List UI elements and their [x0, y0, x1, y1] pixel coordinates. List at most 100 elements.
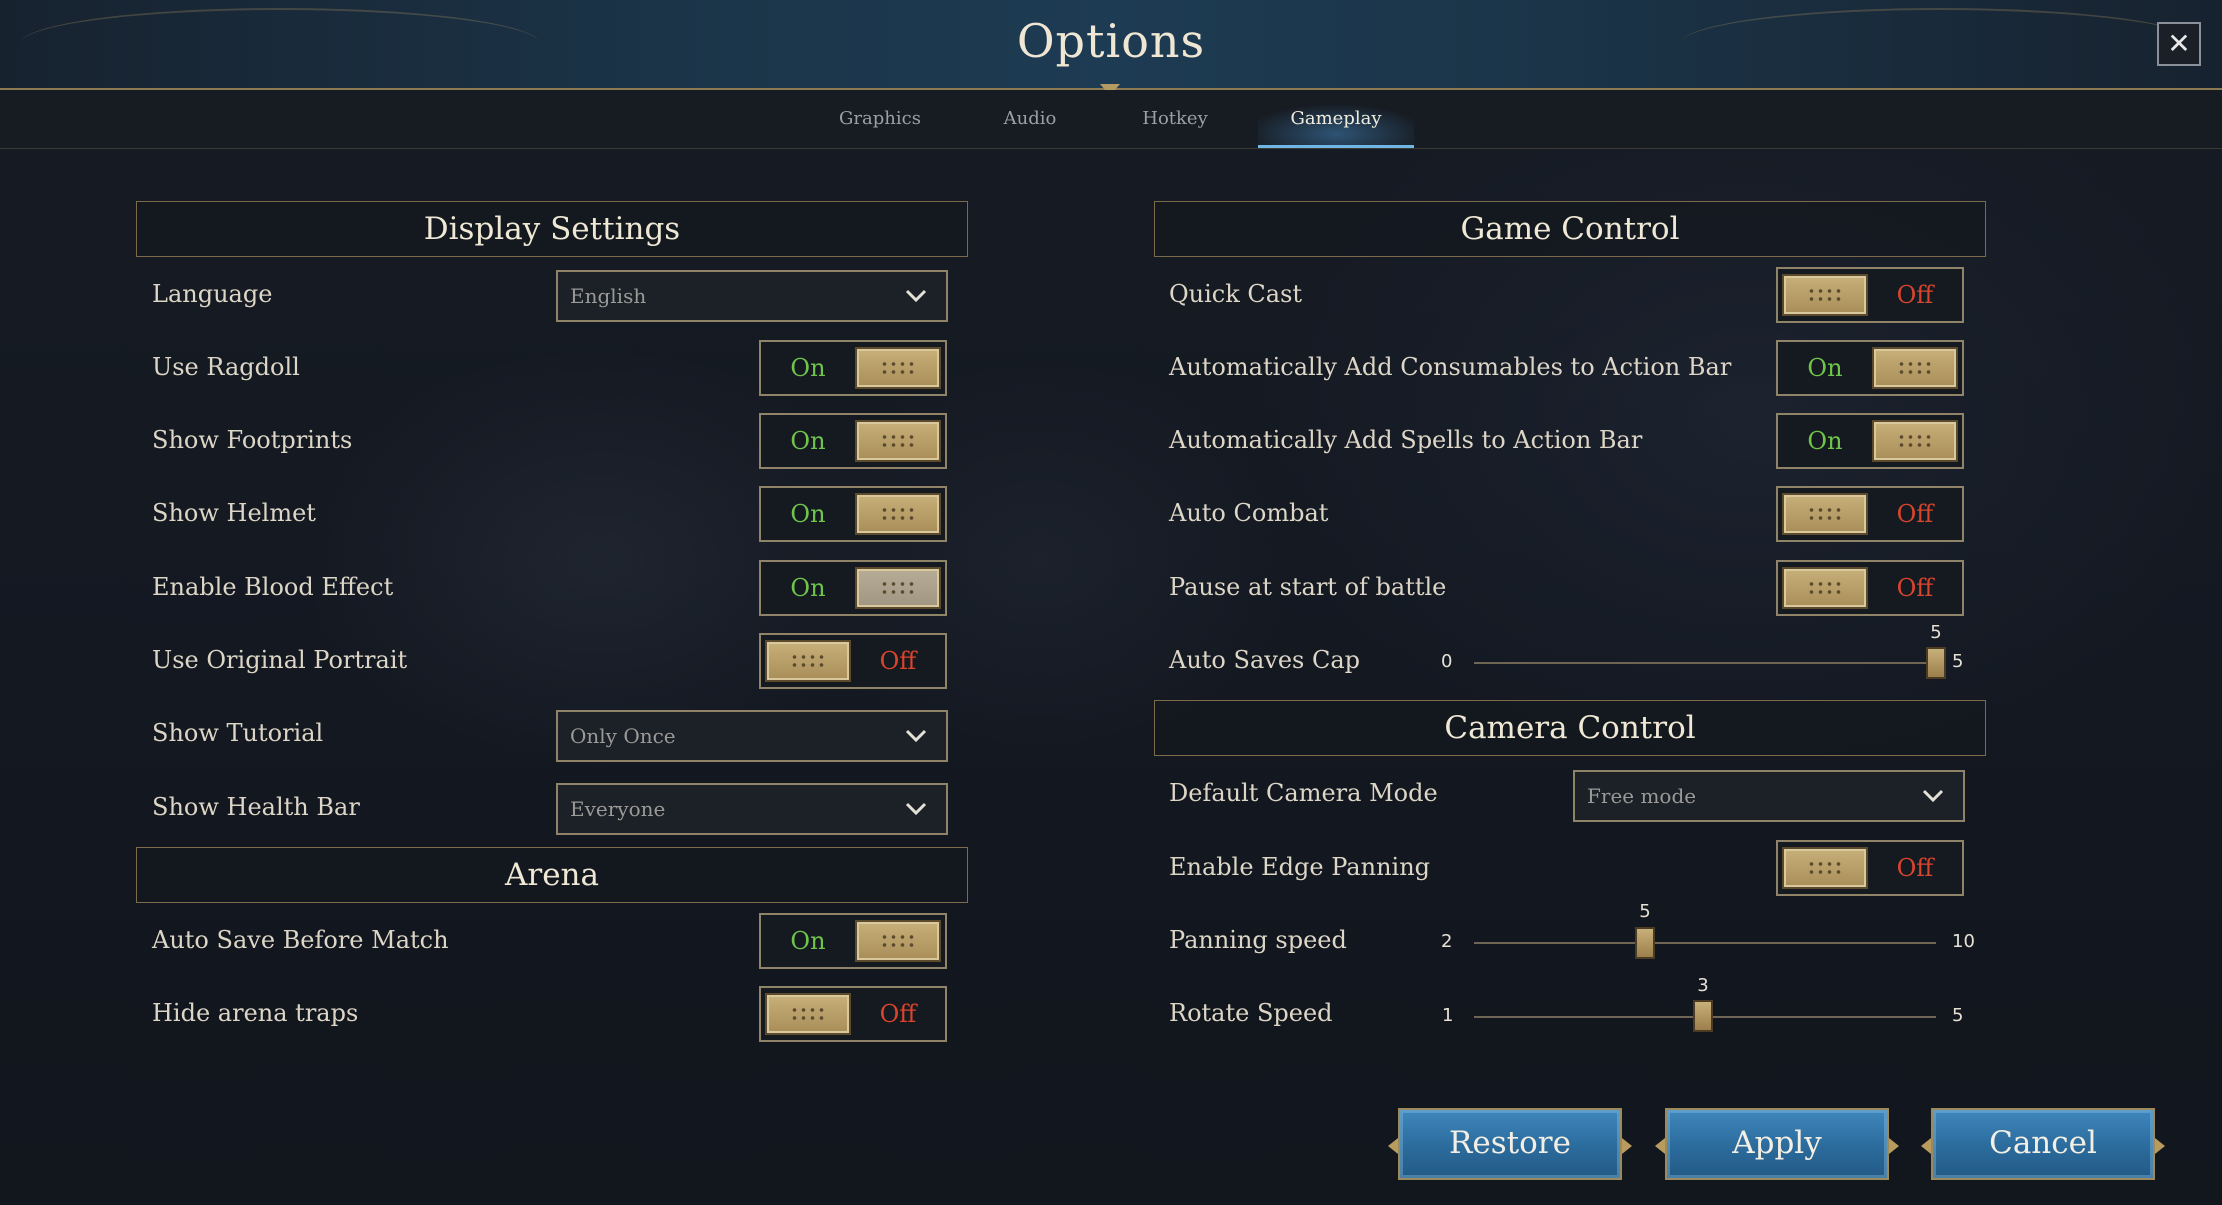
show-health-bar-label: Show Health Bar	[152, 793, 360, 821]
game-control-header: Game Control	[1154, 201, 1986, 257]
panning-speed-value: 5	[1639, 901, 1651, 922]
use-original-portrait-toggle[interactable]: Off	[759, 633, 947, 689]
auto-saves-cap-track[interactable]	[1474, 662, 1936, 664]
auto-save-before-match-label: Auto Save Before Match	[152, 926, 449, 954]
toggle-knob[interactable]	[855, 493, 941, 535]
toggle-on-text: On	[790, 927, 826, 955]
close-button[interactable]: ✕	[2157, 22, 2201, 66]
auto-add-consumables-toggle[interactable]: On	[1776, 340, 1964, 396]
use-ragdoll-toggle[interactable]: On	[759, 340, 947, 396]
quick-cast-toggle[interactable]: Off	[1776, 267, 1964, 323]
chevron-down-icon	[905, 289, 927, 303]
cancel-button-label: Cancel	[1989, 1125, 2097, 1161]
default-camera-mode-label: Default Camera Mode	[1169, 779, 1438, 807]
auto-save-before-match-toggle[interactable]: On	[759, 913, 947, 969]
auto-saves-cap-value: 5	[1930, 622, 1942, 643]
cancel-button[interactable]: Cancel	[1921, 1108, 2165, 1180]
tab-bar: Graphics Audio Hotkey Gameplay	[0, 90, 2222, 149]
toggle-knob[interactable]	[765, 993, 851, 1035]
tab-graphics[interactable]: Graphics	[830, 90, 930, 148]
panning-speed-label: Panning speed	[1169, 926, 1347, 954]
auto-saves-cap-min: 0	[1441, 651, 1453, 672]
toggle-knob[interactable]	[855, 347, 941, 389]
auto-add-consumables-label: Automatically Add Consumables to Action …	[1169, 353, 1732, 381]
language-label: Language	[152, 280, 273, 308]
window-title: Options	[1016, 14, 1206, 68]
auto-saves-cap-handle[interactable]	[1926, 647, 1946, 679]
show-footprints-toggle[interactable]: On	[759, 413, 947, 469]
toggle-knob[interactable]	[1782, 567, 1868, 609]
use-ragdoll-label: Use Ragdoll	[152, 353, 300, 381]
default-camera-mode-dropdown[interactable]: Free mode	[1573, 770, 1965, 822]
toggle-on-text: On	[1807, 427, 1843, 455]
chevron-down-icon	[905, 802, 927, 816]
arrow-right-icon	[1622, 1138, 1632, 1154]
toggle-knob[interactable]	[1872, 420, 1958, 462]
toggle-on-text: On	[790, 500, 826, 528]
tab-hotkey[interactable]: Hotkey	[1125, 90, 1225, 148]
display-settings-header: Display Settings	[136, 201, 968, 257]
restore-button-label: Restore	[1449, 1125, 1571, 1161]
rotate-speed-min: 1	[1442, 1005, 1454, 1026]
toggle-knob[interactable]	[1782, 493, 1868, 535]
apply-button-label: Apply	[1732, 1125, 1822, 1161]
quick-cast-label: Quick Cast	[1169, 280, 1303, 308]
show-footprints-label: Show Footprints	[152, 426, 353, 454]
auto-saves-cap-max: 5	[1952, 651, 1964, 672]
toggle-knob[interactable]	[1782, 847, 1868, 889]
panning-speed-track[interactable]	[1474, 942, 1936, 944]
hide-arena-traps-label: Hide arena traps	[152, 999, 359, 1027]
tab-audio[interactable]: Audio	[980, 90, 1080, 148]
language-value: English	[570, 284, 647, 308]
arrow-left-icon	[1388, 1138, 1398, 1154]
language-dropdown[interactable]: English	[556, 270, 948, 322]
apply-button[interactable]: Apply	[1655, 1108, 1899, 1180]
toggle-off-text: Off	[1896, 854, 1934, 882]
auto-combat-toggle[interactable]: Off	[1776, 486, 1964, 542]
toggle-off-text: Off	[1896, 500, 1934, 528]
rotate-speed-max: 5	[1952, 1005, 1964, 1026]
toggle-knob[interactable]	[1872, 347, 1958, 389]
toggle-off-text: Off	[879, 1000, 917, 1028]
panning-speed-min: 2	[1441, 931, 1453, 952]
toggle-on-text: On	[790, 574, 826, 602]
chevron-down-icon	[905, 729, 927, 743]
show-helmet-label: Show Helmet	[152, 499, 316, 527]
toggle-knob[interactable]	[855, 567, 941, 609]
restore-button[interactable]: Restore	[1388, 1108, 1632, 1180]
arena-header: Arena	[136, 847, 968, 903]
pause-at-start-of-battle-label: Pause at start of battle	[1169, 573, 1447, 601]
rotate-speed-label: Rotate Speed	[1169, 999, 1333, 1027]
arrow-left-icon	[1655, 1138, 1665, 1154]
toggle-knob[interactable]	[765, 640, 851, 682]
default-camera-mode-value: Free mode	[1587, 784, 1697, 808]
toggle-off-text: Off	[879, 647, 917, 675]
tab-gameplay[interactable]: Gameplay	[1258, 90, 1414, 148]
enable-blood-effect-label: Enable Blood Effect	[152, 573, 394, 601]
pause-at-start-of-battle-toggle[interactable]: Off	[1776, 560, 1964, 616]
enable-blood-effect-toggle[interactable]: On	[759, 560, 947, 616]
auto-add-spells-toggle[interactable]: On	[1776, 413, 1964, 469]
toggle-on-text: On	[1807, 354, 1843, 382]
auto-combat-label: Auto Combat	[1169, 499, 1329, 527]
panning-speed-max: 10	[1952, 931, 1975, 952]
auto-saves-cap-label: Auto Saves Cap	[1169, 646, 1361, 674]
panning-speed-handle[interactable]	[1635, 927, 1655, 959]
enable-edge-panning-label: Enable Edge Panning	[1169, 853, 1431, 881]
toggle-knob[interactable]	[855, 420, 941, 462]
show-tutorial-dropdown[interactable]: Only Once	[556, 710, 948, 762]
show-tutorial-value: Only Once	[570, 724, 676, 748]
rotate-speed-handle[interactable]	[1693, 1000, 1713, 1032]
toggle-knob[interactable]	[1782, 274, 1868, 316]
rotate-speed-value: 3	[1697, 975, 1709, 996]
show-helmet-toggle[interactable]: On	[759, 486, 947, 542]
arrow-right-icon	[2155, 1138, 2165, 1154]
title-bar: Options	[0, 0, 2222, 90]
toggle-on-text: On	[790, 427, 826, 455]
hide-arena-traps-toggle[interactable]: Off	[759, 986, 947, 1042]
auto-add-spells-label: Automatically Add Spells to Action Bar	[1169, 426, 1643, 454]
show-health-bar-dropdown[interactable]: Everyone	[556, 783, 948, 835]
show-health-bar-value: Everyone	[570, 797, 666, 821]
toggle-knob[interactable]	[855, 920, 941, 962]
enable-edge-panning-toggle[interactable]: Off	[1776, 840, 1964, 896]
